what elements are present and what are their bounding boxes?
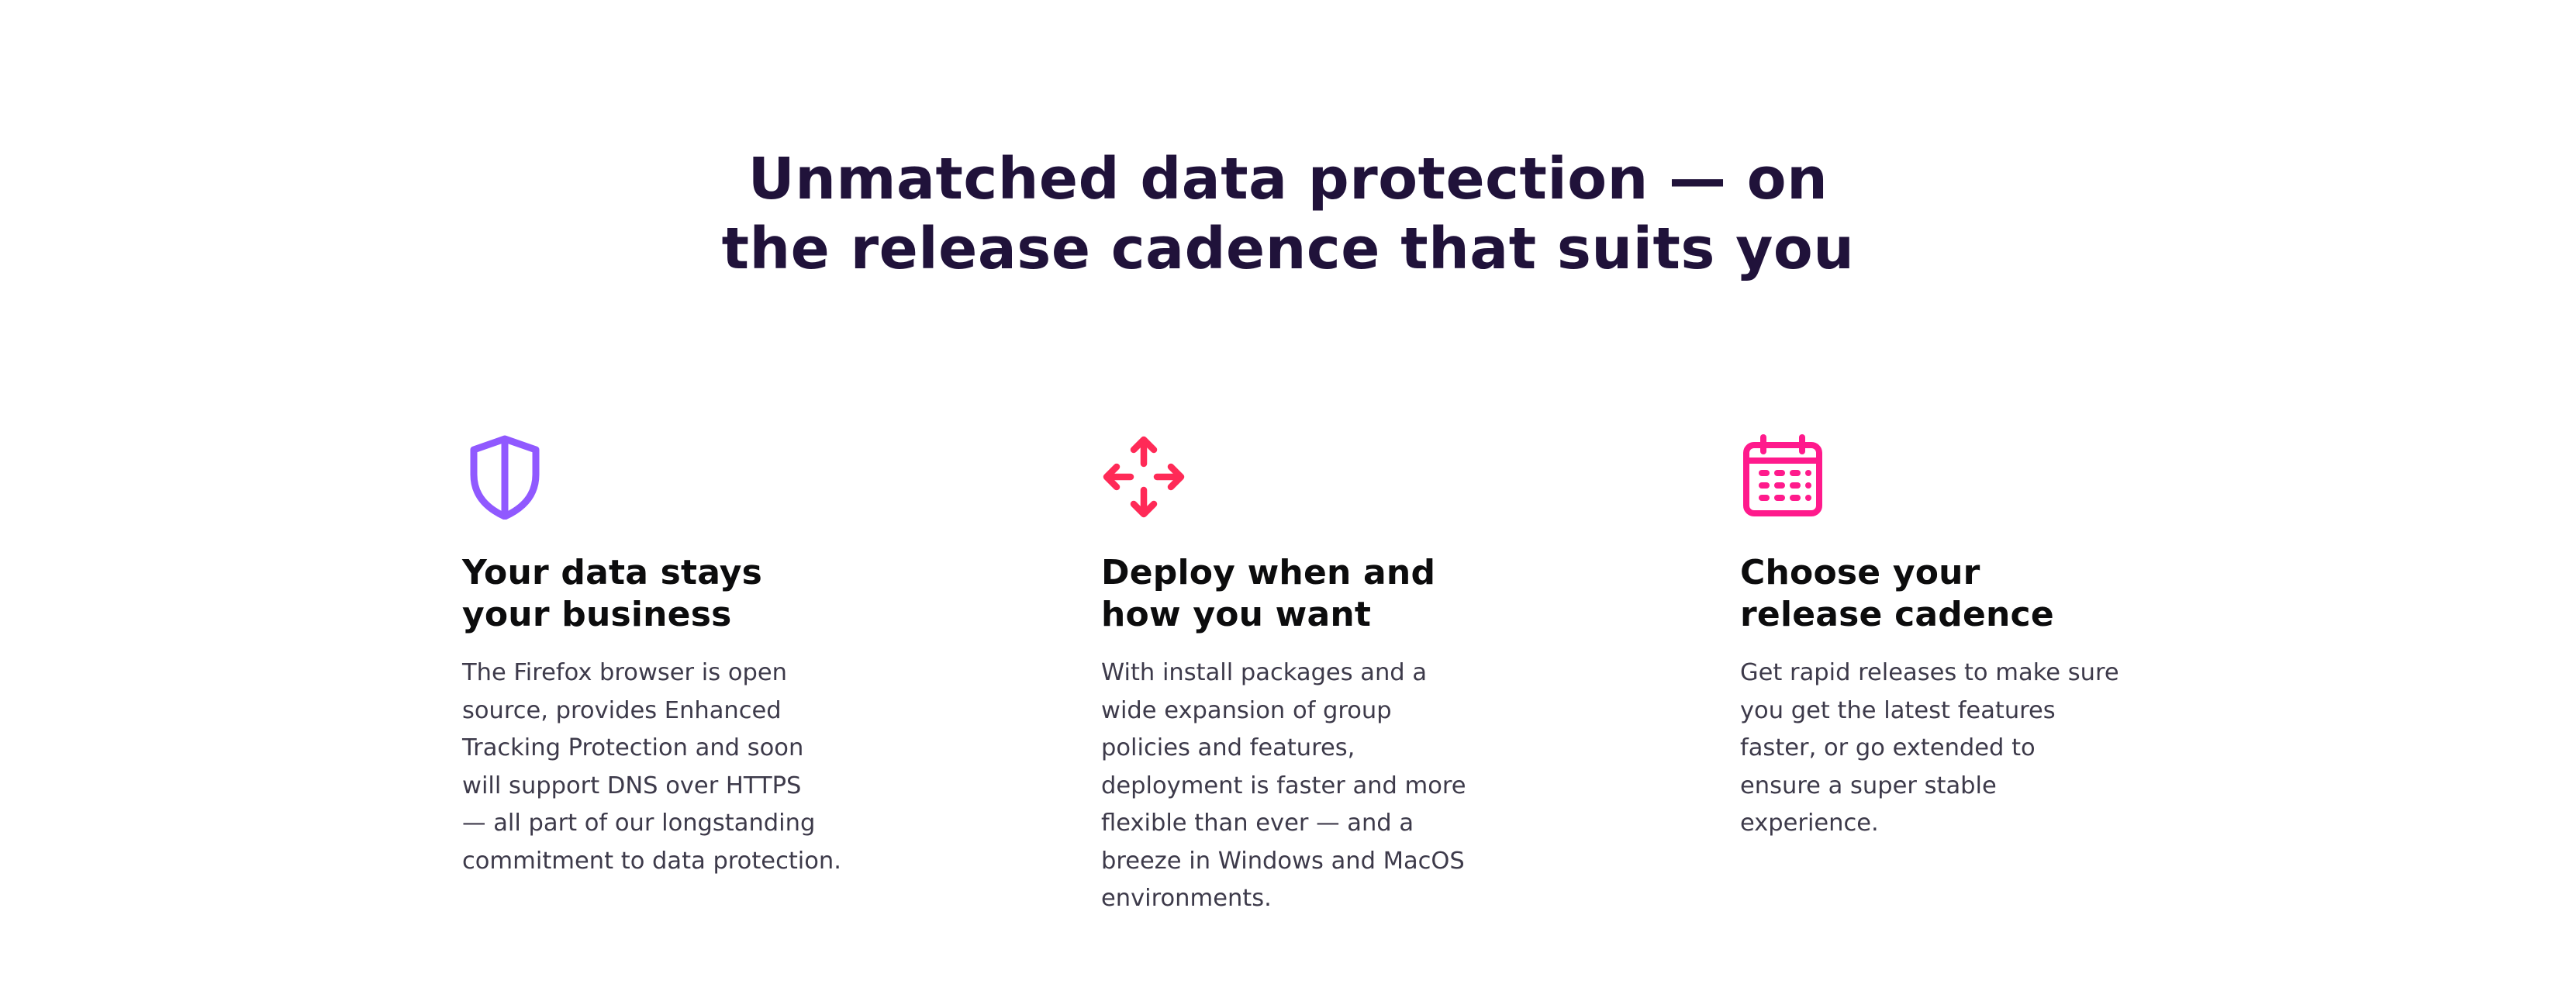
feature-body-line: source, provides Enhanced [462,696,782,724]
feature-body-line: With install packages and a [1101,659,1428,686]
feature-body-line: faster, or go extended to [1740,734,2036,761]
feature-body-line: wide expansion of group [1101,696,1392,724]
feature-body-line: The Firefox browser is open [462,659,787,686]
feature-title: Deploy when and how you want [1101,552,1520,636]
feature-body-line: will support DNS over HTTPS [462,772,802,799]
feature-title-line: Deploy when and [1101,553,1436,592]
feature-body-line: Tracking Protection and soon [462,734,804,761]
calendar-icon [1743,434,1822,516]
feature-title-line: release cadence [1740,595,2054,634]
feature-data-privacy: Your data stays your business The Firefo… [462,434,881,880]
feature-body-line: experience. [1740,810,1879,837]
feature-body-line: Get rapid releases to make sure [1740,659,2119,686]
feature-description: Get rapid releases to make sure you get … [1740,654,2159,843]
shield-icon [470,435,540,520]
feature-title-line: Choose your [1740,553,1980,592]
headline-line: Unmatched data protection — on [748,146,1828,212]
feature-title-line: how you want [1101,595,1372,634]
feature-title-line: your business [462,595,732,634]
feature-body-line: deployment is faster and more [1101,772,1466,799]
feature-body-line: breeze in Windows and MacOS [1101,847,1465,875]
feature-title: Your data stays your business [462,552,881,636]
feature-title: Choose your release cadence [1740,552,2159,636]
feature-description: The Firefox browser is open source, prov… [462,654,881,880]
section-headline: Unmatched data protection — on the relea… [0,144,2576,284]
feature-title-line: Your data stays [462,553,763,592]
feature-section: Unmatched data protection — on the relea… [0,0,2576,991]
feature-body-line: environments. [1101,885,1272,912]
feature-body-line: policies and features, [1101,734,1355,761]
feature-body-line: you get the latest features [1740,696,2056,724]
feature-body-line: commitment to data protection. [462,847,841,875]
feature-description: With install packages and a wide expansi… [1101,654,1520,918]
move-arrows-icon [1103,436,1185,518]
feature-release-cadence: Choose your release cadence Get rapid re… [1740,434,2159,843]
feature-deploy: Deploy when and how you want With instal… [1101,434,1520,918]
headline-line: the release cadence that suits you [721,216,1855,282]
feature-body-line: flexible than ever — and a [1101,810,1414,837]
feature-body-line: — all part of our longstanding [462,810,816,837]
feature-body-line: ensure a super stable [1740,772,1997,799]
